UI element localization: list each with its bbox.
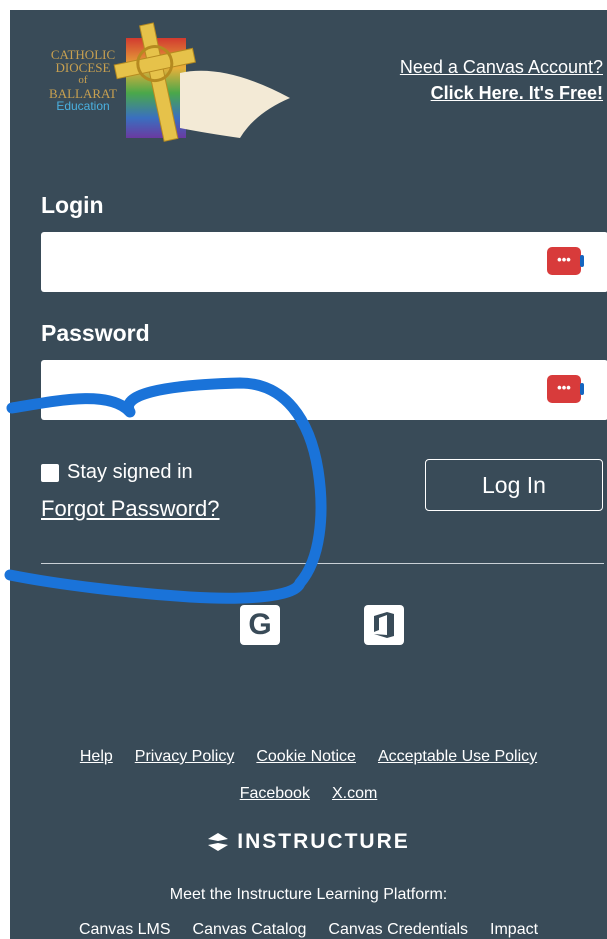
diocese-logo: CATHOLIC DIOCESE of BALLARAT Education	[40, 18, 300, 148]
logo-line: Education	[56, 99, 110, 113]
canvas-credentials-link[interactable]: Canvas Credentials	[328, 921, 468, 938]
impact-link[interactable]: Impact	[490, 921, 538, 938]
google-icon: G	[248, 608, 272, 641]
acceptable-use-link[interactable]: Acceptable Use Policy	[378, 748, 537, 765]
google-login-button[interactable]: G	[240, 605, 280, 645]
canvas-catalog-link[interactable]: Canvas Catalog	[193, 921, 307, 938]
login-panel: CATHOLIC DIOCESE of BALLARAT Education N…	[10, 10, 607, 939]
canvas-lms-link[interactable]: Canvas LMS	[79, 921, 171, 938]
privacy-policy-link[interactable]: Privacy Policy	[135, 748, 235, 765]
instructure-icon	[208, 833, 229, 851]
log-in-button[interactable]: Log In	[425, 459, 603, 511]
stay-signed-in-label: Stay signed in	[67, 461, 193, 483]
footer-links: Help Privacy Policy Cookie Notice Acceptabl…	[10, 748, 607, 766]
password-label: Password	[41, 320, 150, 346]
password-input[interactable]	[41, 360, 607, 420]
social-links: Facebook X.com	[10, 785, 607, 803]
logo-text: CATHOLIC DIOCESE of BALLARAT Education	[40, 48, 126, 113]
facebook-link[interactable]: Facebook	[240, 785, 310, 802]
x-link[interactable]: X.com	[332, 785, 377, 802]
logo-line: DIOCESE	[55, 60, 111, 75]
office-icon	[374, 612, 394, 638]
stay-signed-in[interactable]: Stay signed in	[41, 461, 193, 484]
need-account-link[interactable]: Need a Canvas Account?	[400, 54, 603, 80]
office365-login-button[interactable]	[364, 605, 404, 645]
login-input[interactable]	[41, 232, 607, 292]
forgot-password-link[interactable]: Forgot Password?	[41, 496, 220, 522]
account-links: Need a Canvas Account? Click Here. It's …	[400, 54, 603, 106]
password-manager-icon[interactable]: •••	[547, 247, 584, 275]
platform-tagline: Meet the Instructure Learning Platform:	[169, 886, 448, 903]
instructure-wordmark: INSTRUCTURE	[237, 830, 410, 853]
click-here-link[interactable]: Click Here. It's Free!	[400, 80, 603, 106]
divider	[41, 563, 604, 564]
stay-signed-in-checkbox[interactable]	[41, 463, 59, 482]
product-links: Canvas LMS Canvas Catalog Canvas Credentia…	[10, 921, 607, 939]
cookie-notice-link[interactable]: Cookie Notice	[256, 748, 356, 765]
help-link[interactable]: Help	[80, 748, 113, 765]
login-label: Login	[41, 192, 104, 218]
password-manager-icon[interactable]: •••	[547, 375, 584, 403]
instructure-logo[interactable]: INSTRUCTURE	[10, 830, 607, 854]
